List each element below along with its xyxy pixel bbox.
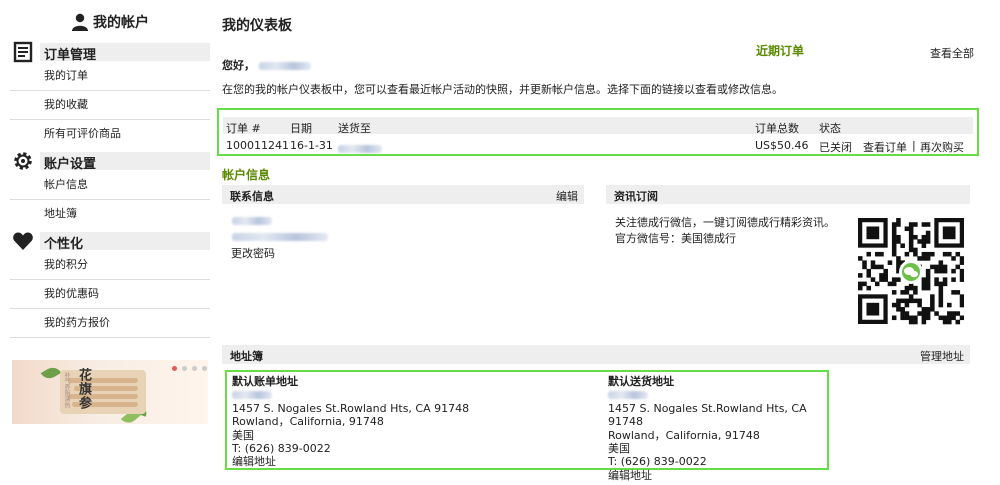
account-info-title: 帐户信息 bbox=[222, 168, 271, 182]
redacted-contact-email bbox=[232, 230, 328, 243]
change-password-link[interactable]: 更改密码 bbox=[231, 245, 275, 261]
view-order-link[interactable]: 查看订单 bbox=[863, 139, 907, 155]
account-header: 我的帐户 bbox=[10, 8, 210, 36]
sidebar-item-favorites[interactable]: 我的收藏 bbox=[10, 91, 210, 120]
heart-icon bbox=[12, 230, 34, 255]
section-title: 账户设置 bbox=[44, 157, 97, 172]
contact-info-header: 联系信息 编辑 bbox=[222, 185, 584, 204]
intro-text: 在您的我的帐户仪表板中，您可以查看最近帐户活动的快照，并更新帐户信息。选择下面的… bbox=[222, 83, 783, 96]
col-order-no: 订单 # bbox=[226, 122, 261, 135]
user-icon bbox=[72, 13, 88, 31]
banner-title: 花旗参 bbox=[76, 368, 91, 410]
billing-line-2: Rowland，California, 91748 bbox=[232, 415, 384, 429]
shipping-phone: T: (626) 839-0022 bbox=[608, 455, 707, 469]
edit-contact-link[interactable]: 编辑 bbox=[556, 188, 578, 204]
newsletter-line-2: 官方微信号：美国德成行 bbox=[615, 232, 736, 245]
gear-icon bbox=[12, 150, 34, 175]
col-total: 订单总数 bbox=[755, 122, 799, 135]
shipping-line-2: Rowland，California, 91748 bbox=[608, 428, 760, 442]
wechat-qr-code bbox=[858, 218, 964, 326]
section-personal: 个性化 bbox=[10, 231, 210, 252]
ginseng-image bbox=[60, 370, 146, 414]
billing-title: 默认账单地址 bbox=[232, 375, 298, 388]
section-title: 订单管理 bbox=[44, 48, 97, 63]
sidebar: 我的帐户 订单管理 我的订单 我的收藏 所有可评价商品 账户设置 帐户信息 地址… bbox=[10, 8, 210, 338]
carousel-dot[interactable] bbox=[202, 366, 207, 371]
section-title: 个性化 bbox=[44, 237, 84, 252]
order-date: 16-1-31 bbox=[290, 139, 333, 152]
edit-billing-address-link[interactable]: 编辑地址 bbox=[232, 455, 469, 468]
newsletter-header: 资讯订阅 bbox=[606, 185, 970, 204]
sidebar-item-points[interactable]: 我的积分 bbox=[10, 251, 210, 280]
sidebar-item-prescription-quote[interactable]: 我的药方报价 bbox=[10, 309, 210, 338]
carousel-dot[interactable] bbox=[172, 366, 177, 371]
redacted-recipient bbox=[338, 142, 382, 155]
order-status: 已关闭 bbox=[819, 141, 852, 154]
promo-banner[interactable]: 花旗参 补气养阴清热 bbox=[12, 360, 208, 424]
redacted-name bbox=[258, 62, 311, 70]
account-title: 我的帐户 bbox=[93, 15, 149, 31]
newsletter-line-1: 关注德成行微信，一键订阅德成行精彩资讯。 bbox=[615, 216, 835, 229]
col-date: 日期 bbox=[290, 122, 312, 135]
banner-subtext: 补气养阴清热 bbox=[63, 372, 70, 408]
billing-phone: T: (626) 839-0022 bbox=[232, 442, 331, 456]
shipping-title: 默认送货地址 bbox=[608, 375, 674, 388]
greeting: 您好， bbox=[222, 57, 311, 73]
default-billing-address: 默认账单地址 1457 S. Nogales St.Rowland Hts, C… bbox=[232, 375, 469, 469]
sidebar-item-reviewable[interactable]: 所有可评价商品 bbox=[10, 120, 210, 149]
manage-addresses-link[interactable]: 管理地址 bbox=[920, 348, 964, 364]
section-settings: 账户设置 bbox=[10, 151, 210, 172]
sidebar-item-my-orders[interactable]: 我的订单 bbox=[10, 62, 210, 91]
recent-orders-title: 近期订单 bbox=[756, 44, 805, 58]
col-status: 状态 bbox=[819, 122, 841, 135]
page-title: 我的仪表板 bbox=[222, 18, 292, 34]
carousel-dot[interactable] bbox=[182, 366, 187, 371]
shipping-country: 美国 bbox=[608, 442, 630, 456]
billing-country: 美国 bbox=[232, 428, 254, 442]
address-book-header: 地址簿 管理地址 bbox=[222, 345, 970, 364]
sidebar-item-address-book[interactable]: 地址簿 bbox=[10, 200, 210, 229]
order-total: US$50.46 bbox=[755, 139, 809, 152]
sidebar-item-account-info[interactable]: 帐户信息 bbox=[10, 171, 210, 200]
view-all-link[interactable]: 查看全部 bbox=[930, 45, 974, 61]
default-shipping-address: 默认送货地址 1457 S. Nogales St.Rowland Hts, C… bbox=[608, 375, 827, 482]
shipping-line-1: 1457 S. Nogales St.Rowland Hts, CA 91748 bbox=[608, 401, 807, 429]
address-book-title: 地址簿 bbox=[230, 350, 263, 363]
address-cards: 默认账单地址 1457 S. Nogales St.Rowland Hts, C… bbox=[225, 370, 829, 482]
contact-info-title: 联系信息 bbox=[230, 190, 274, 203]
order-list-icon bbox=[12, 41, 34, 66]
section-orders: 订单管理 bbox=[10, 41, 210, 63]
col-ship-to: 送货至 bbox=[338, 122, 371, 135]
billing-line-1: 1457 S. Nogales St.Rowland Hts, CA 91748 bbox=[232, 401, 470, 415]
sidebar-item-coupons[interactable]: 我的优惠码 bbox=[10, 280, 210, 309]
recent-orders-table: 订单 # 日期 送货至 订单总数 状态 100011241 16-1-31 US… bbox=[217, 108, 979, 156]
edit-shipping-address-link[interactable]: 编辑地址 bbox=[608, 469, 827, 482]
order-number: 100011241 bbox=[226, 139, 289, 152]
redacted-shipping-name bbox=[608, 388, 827, 401]
greeting-text: 您好， bbox=[222, 59, 255, 72]
redacted-billing-name bbox=[232, 388, 469, 401]
carousel-dot[interactable] bbox=[192, 366, 197, 371]
reorder-link[interactable]: 再次购买 bbox=[920, 139, 964, 155]
newsletter-title: 资讯订阅 bbox=[614, 190, 658, 203]
table-header bbox=[223, 117, 973, 134]
link-separator: | bbox=[912, 139, 916, 152]
redacted-contact-name bbox=[232, 214, 272, 227]
